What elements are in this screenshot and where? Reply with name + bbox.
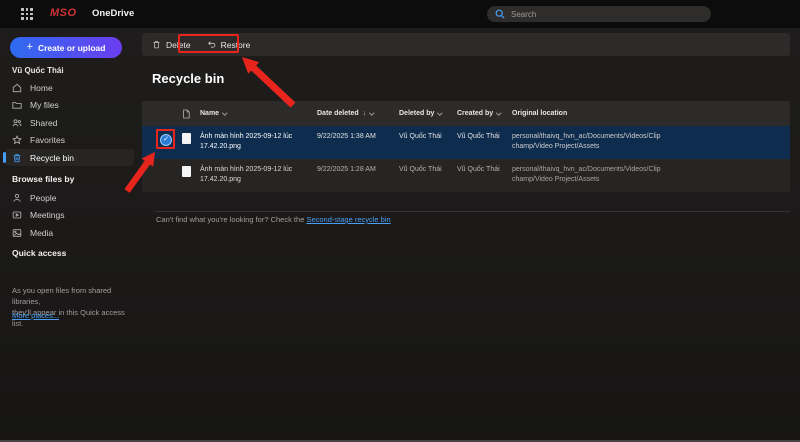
sidebar-item-meetings[interactable]: Meetings (6, 207, 134, 224)
file-name[interactable]: Ảnh màn hình 2025-09-12 lúc 17.42.20.png (200, 132, 292, 152)
sidebar-item-shared[interactable]: Shared (6, 114, 134, 131)
table-row[interactable]: Ảnh màn hình 2025-09-12 lúc 17.42.20.png… (142, 159, 790, 192)
column-header-name[interactable]: Name (200, 101, 228, 126)
deleted-by-cell: Vũ Quốc Thái (399, 166, 442, 173)
sidebar: + Create or upload Vũ Quốc Thái Home My … (0, 28, 140, 442)
command-bar: Delete Restore (142, 33, 790, 56)
delete-trash-icon (153, 41, 160, 49)
page-title: Recycle bin (152, 71, 225, 86)
date-deleted-cell: 9/22/2025 1:28 AM (317, 166, 376, 173)
file-thumbnail (182, 166, 191, 177)
sort-desc-icon: ↓ (362, 110, 367, 117)
file-name[interactable]: Ảnh màn hình 2025-09-12 lúc 17.42.20.png (200, 165, 292, 185)
media-icon (12, 228, 22, 237)
person-icon (13, 193, 21, 202)
annotation-arrow-restore (242, 57, 296, 108)
file-icon (183, 109, 190, 118)
sidebar-item-home[interactable]: Home (6, 79, 134, 96)
created-by-cell: Vũ Quốc Thái (457, 133, 500, 140)
date-deleted-cell: 9/22/2025 1:38 AM (317, 133, 376, 140)
original-location-cell: personal/thaivq_hvn_ac/Documents/Videos/… (512, 133, 661, 150)
second-stage-recycle-bin-link[interactable]: Second-stage recycle bin (306, 215, 390, 224)
divider (155, 211, 790, 212)
second-stage-hint: Can't find what you're looking for? Chec… (156, 215, 391, 224)
create-or-upload-button[interactable]: + Create or upload (10, 37, 122, 58)
browse-files-by-header: Browse files by (12, 174, 75, 184)
meetings-icon (12, 211, 22, 219)
column-header-deleted-by[interactable]: Deleted by (399, 101, 443, 126)
recycle-bin-icon (13, 153, 21, 162)
sidebar-item-recycle-bin[interactable]: Recycle bin (3, 149, 134, 166)
search-input[interactable] (511, 9, 703, 19)
chevron-down-icon (437, 110, 443, 115)
deleted-by-cell: Vũ Quốc Thái (399, 133, 442, 140)
onedrive-window: MSO OneDrive + Create or upload Vũ Quốc … (0, 0, 800, 442)
file-thumbnail (182, 133, 191, 144)
app-launcher-waffle-icon[interactable] (20, 7, 34, 21)
star-icon (12, 135, 22, 145)
chevron-down-icon (222, 110, 228, 115)
chevron-down-icon (496, 110, 502, 115)
file-type-column-header[interactable] (182, 101, 190, 126)
search-icon (495, 9, 505, 19)
original-location-cell: personal/thaivq_hvn_ac/Documents/Videos/… (512, 166, 661, 183)
quick-access-header: Quick access (12, 248, 67, 258)
column-header-date-deleted[interactable]: Date deleted ↓ (317, 101, 375, 126)
chevron-down-icon (369, 110, 375, 115)
sidebar-item-my-files[interactable]: My files (6, 97, 134, 114)
column-header-original-location[interactable]: Original location (512, 101, 567, 126)
more-places-link[interactable]: More places... (12, 311, 59, 320)
home-icon (12, 83, 22, 92)
annotation-box-restore (178, 34, 239, 53)
user-name: Vũ Quốc Thái (12, 66, 64, 75)
sidebar-item-media[interactable]: Media (6, 224, 134, 241)
app-top-bar: MSO OneDrive (0, 0, 800, 28)
annotation-box-checkbox (156, 129, 175, 149)
search-box[interactable] (487, 6, 711, 22)
sidebar-item-people[interactable]: People (6, 189, 134, 206)
m365-logo[interactable]: MSO (50, 7, 77, 19)
quick-access-description: As you open files from shared libraries,… (12, 286, 125, 328)
people-icon (12, 118, 22, 126)
plus-icon: + (26, 41, 33, 53)
folder-icon (12, 102, 22, 109)
sidebar-item-favorites[interactable]: Favorites (6, 132, 134, 149)
created-by-cell: Vũ Quốc Thái (457, 166, 500, 173)
table-header: Name Date deleted ↓ Deleted by Created b… (142, 101, 790, 126)
table-row[interactable]: ✓ Ảnh màn hình 2025-09-12 lúc 17.42.20.p… (142, 126, 790, 159)
column-header-created-by[interactable]: Created by (457, 101, 502, 126)
app-title[interactable]: OneDrive (92, 8, 134, 19)
